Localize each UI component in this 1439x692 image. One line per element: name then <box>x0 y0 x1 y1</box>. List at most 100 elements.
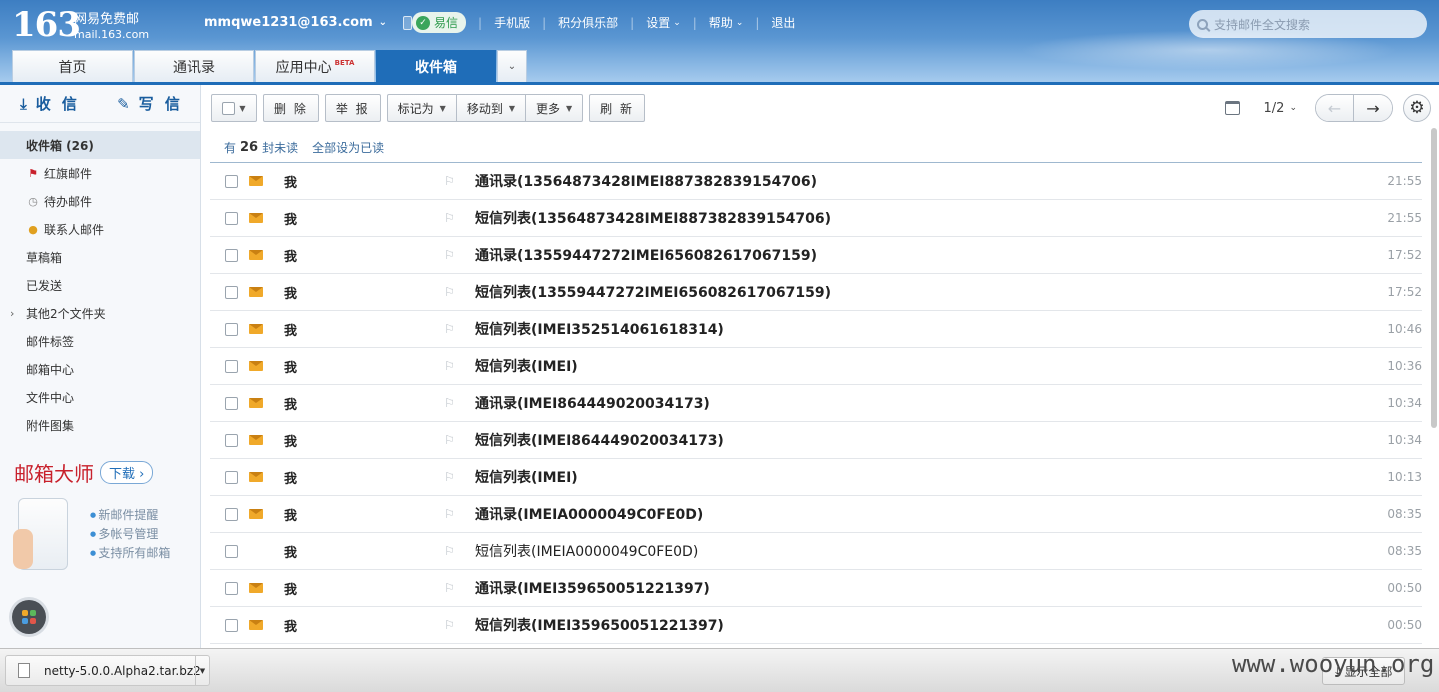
next-page-arrow-icon[interactable]: → <box>1354 95 1392 121</box>
flag-icon[interactable]: ⚐ <box>444 322 455 336</box>
mail-sender[interactable]: 我 <box>284 431 297 450</box>
download-item[interactable]: netty-5.0.0.Alpha2.tar.bz2 ▼ <box>5 655 210 686</box>
mail-sender[interactable]: 我 <box>284 616 297 635</box>
mail-subject[interactable]: 短信列表(IMEI359650051221397) <box>475 615 724 635</box>
flag-icon[interactable]: ⚐ <box>444 618 455 632</box>
flag-icon[interactable]: ⚐ <box>444 174 455 188</box>
account-menu[interactable]: mmqwe1231@163.com ⌄ <box>204 15 413 30</box>
more-dropdown[interactable]: 更多 ▼ <box>525 94 584 122</box>
mail-row[interactable]: 我 ⚐ 短信列表(IMEI) 10:13 <box>210 459 1422 496</box>
mail-subject[interactable]: 短信列表(13564873428IMEI887382839154706) <box>475 208 831 228</box>
page-selector[interactable]: 1/2 ⌄ <box>1264 101 1297 116</box>
app-launcher-button[interactable] <box>12 600 46 634</box>
mail-sender[interactable]: 我 <box>284 505 297 524</box>
mail-subject[interactable]: 通讯录(13564873428IMEI887382839154706) <box>475 171 817 191</box>
logout-link[interactable]: 退出 <box>771 14 795 31</box>
tab-home[interactable]: 首页 <box>12 50 133 82</box>
yixin-button[interactable]: ✓ 易信 <box>412 12 467 33</box>
mail-sender[interactable]: 我 <box>284 394 297 413</box>
mail-row[interactable]: 我 ⚐ 短信列表(IMEI352514061618314) 10:46 <box>210 311 1422 348</box>
sidebar-item-mailbox-center[interactable]: 邮箱中心 <box>0 355 200 383</box>
mail-subject[interactable]: 通讯录(IMEI864449020034173) <box>475 393 710 413</box>
tab-app-center[interactable]: 应用中心 BETA <box>255 50 375 82</box>
sidebar-item-todo[interactable]: ◷ 待办邮件 <box>0 187 200 215</box>
logo[interactable]: 163 网易免费邮 mail.163.com <box>12 8 149 42</box>
flag-icon[interactable]: ⚐ <box>444 433 455 447</box>
sidebar-item-sent[interactable]: 已发送 <box>0 271 200 299</box>
sidebar-item-attachment-gallery[interactable]: 附件图集 <box>0 411 200 439</box>
flag-icon[interactable]: ⚐ <box>444 507 455 521</box>
sidebar-item-file-center[interactable]: 文件中心 <box>0 383 200 411</box>
search-box[interactable]: 支持邮件全文搜索 <box>1189 10 1427 38</box>
flag-icon[interactable]: ⚐ <box>444 581 455 595</box>
mobile-version-link[interactable]: 手机版 <box>494 14 530 31</box>
mail-checkbox[interactable] <box>225 581 238 595</box>
mail-subject[interactable]: 短信列表(IMEIA0000049C0FE0D) <box>475 541 698 561</box>
flag-icon[interactable]: ⚐ <box>444 211 455 225</box>
flag-icon[interactable]: ⚐ <box>444 248 455 262</box>
sidebar-item-flagged[interactable]: ⚑ 红旗邮件 <box>0 159 200 187</box>
chevron-down-icon[interactable]: ▼ <box>195 656 209 685</box>
mail-checkbox[interactable] <box>225 396 238 410</box>
mail-checkbox[interactable] <box>225 359 238 373</box>
sidebar-item-drafts[interactable]: 草稿箱 <box>0 243 200 271</box>
move-to-dropdown[interactable]: 移动到 ▼ <box>455 94 526 122</box>
mobile-phone-icon[interactable] <box>403 15 413 30</box>
tab-contacts[interactable]: 通讯录 <box>134 50 254 82</box>
mail-sender[interactable]: 我 <box>284 246 297 265</box>
mail-checkbox[interactable] <box>225 618 238 632</box>
select-all-checkbox[interactable] <box>222 101 236 115</box>
mail-sender[interactable]: 我 <box>284 172 297 191</box>
mail-sender[interactable]: 我 <box>284 320 297 339</box>
promo-download-button[interactable]: 下载 › <box>100 461 154 484</box>
mail-subject[interactable]: 通讯录(IMEI359650051221397) <box>475 578 710 598</box>
mail-master-promo[interactable]: 邮箱大师 下载 › 新邮件提醒 多帐号管理 支持所有邮箱 <box>13 458 194 570</box>
mail-checkbox[interactable] <box>225 433 238 447</box>
flag-icon[interactable]: ⚐ <box>444 396 455 410</box>
report-button[interactable]: 举 报 <box>324 94 381 122</box>
mail-checkbox[interactable] <box>225 248 238 262</box>
calendar-icon[interactable] <box>1224 101 1240 115</box>
mail-row[interactable]: 我 ⚐ 通讯录(13564873428IMEI887382839154706) 21:… <box>210 163 1422 200</box>
mail-row[interactable]: 我 ⚐ 通讯录(IMEIA0000049C0FE0D) 08:35 <box>210 496 1422 533</box>
tab-inbox[interactable]: 收件箱 <box>376 50 496 82</box>
mail-row[interactable]: 我 ⚐ 短信列表(IMEI) 10:36 <box>210 348 1422 385</box>
mail-subject[interactable]: 短信列表(13559447272IMEI656082617067159) <box>475 282 831 302</box>
sidebar-item-contact-mail[interactable]: ● 联系人邮件 <box>0 215 200 243</box>
delete-button[interactable]: 删 除 <box>263 94 319 122</box>
mail-sender[interactable]: 我 <box>284 468 297 487</box>
mail-sender[interactable]: 我 <box>284 579 297 598</box>
select-all-dropdown[interactable]: ▼ <box>211 94 257 122</box>
gear-icon[interactable]: ⚙ <box>1403 94 1431 122</box>
mail-row[interactable]: 我 ⚐ 短信列表(IMEIA0000049C0FE0D) 08:35 <box>210 533 1422 570</box>
mail-row[interactable]: 我 ⚐ 短信列表(IMEI359650051221397) 00:50 <box>210 607 1422 644</box>
sidebar-item-inbox[interactable]: 收件箱 (26) <box>0 131 200 159</box>
mail-checkbox[interactable] <box>225 470 238 484</box>
mail-subject[interactable]: 通讯录(IMEIA0000049C0FE0D) <box>475 504 703 524</box>
mail-sender[interactable]: 我 <box>284 542 297 561</box>
mail-subject[interactable]: 短信列表(IMEI) <box>475 467 578 487</box>
sidebar-item-other-folders[interactable]: › 其他2个文件夹 <box>0 299 200 327</box>
mail-checkbox[interactable] <box>225 285 238 299</box>
mark-as-dropdown[interactable]: 标记为 ▼ <box>386 94 457 122</box>
mail-checkbox[interactable] <box>225 507 238 521</box>
compose-button[interactable]: ✎ 写 信 <box>100 93 200 114</box>
mail-row[interactable]: 我 ⚐ 短信列表(IMEI864449020034173) 10:34 <box>210 422 1422 459</box>
mail-checkbox[interactable] <box>225 544 238 558</box>
settings-menu[interactable]: 设置 ⌄ <box>646 14 681 31</box>
mail-row[interactable]: 我 ⚐ 短信列表(13559447272IMEI656082617067159) 17… <box>210 274 1422 311</box>
mail-row[interactable]: 我 ⚐ 短信列表(13564873428IMEI887382839154706) 21… <box>210 200 1422 237</box>
mail-subject[interactable]: 短信列表(IMEI352514061618314) <box>475 319 724 339</box>
flag-icon[interactable]: ⚐ <box>444 359 455 373</box>
mail-row[interactable]: 我 ⚐ 通讯录(IMEI864449020034173) 10:34 <box>210 385 1422 422</box>
refresh-button[interactable]: 刷 新 <box>589 94 645 122</box>
mail-row[interactable]: 我 ⚐ 通讯录(13559447272IMEI656082617067159) 17:… <box>210 237 1422 274</box>
flag-icon[interactable]: ⚐ <box>444 285 455 299</box>
mail-row[interactable]: 我 ⚐ 通讯录(IMEI359650051221397) 00:50 <box>210 570 1422 607</box>
prev-page-arrow-icon[interactable]: ← <box>1316 95 1354 121</box>
sidebar-item-mail-tags[interactable]: 邮件标签 <box>0 327 200 355</box>
help-menu[interactable]: 帮助 ⌄ <box>709 14 744 31</box>
mail-checkbox[interactable] <box>225 174 238 188</box>
flag-icon[interactable]: ⚐ <box>444 544 455 558</box>
mail-subject[interactable]: 短信列表(IMEI) <box>475 356 578 376</box>
